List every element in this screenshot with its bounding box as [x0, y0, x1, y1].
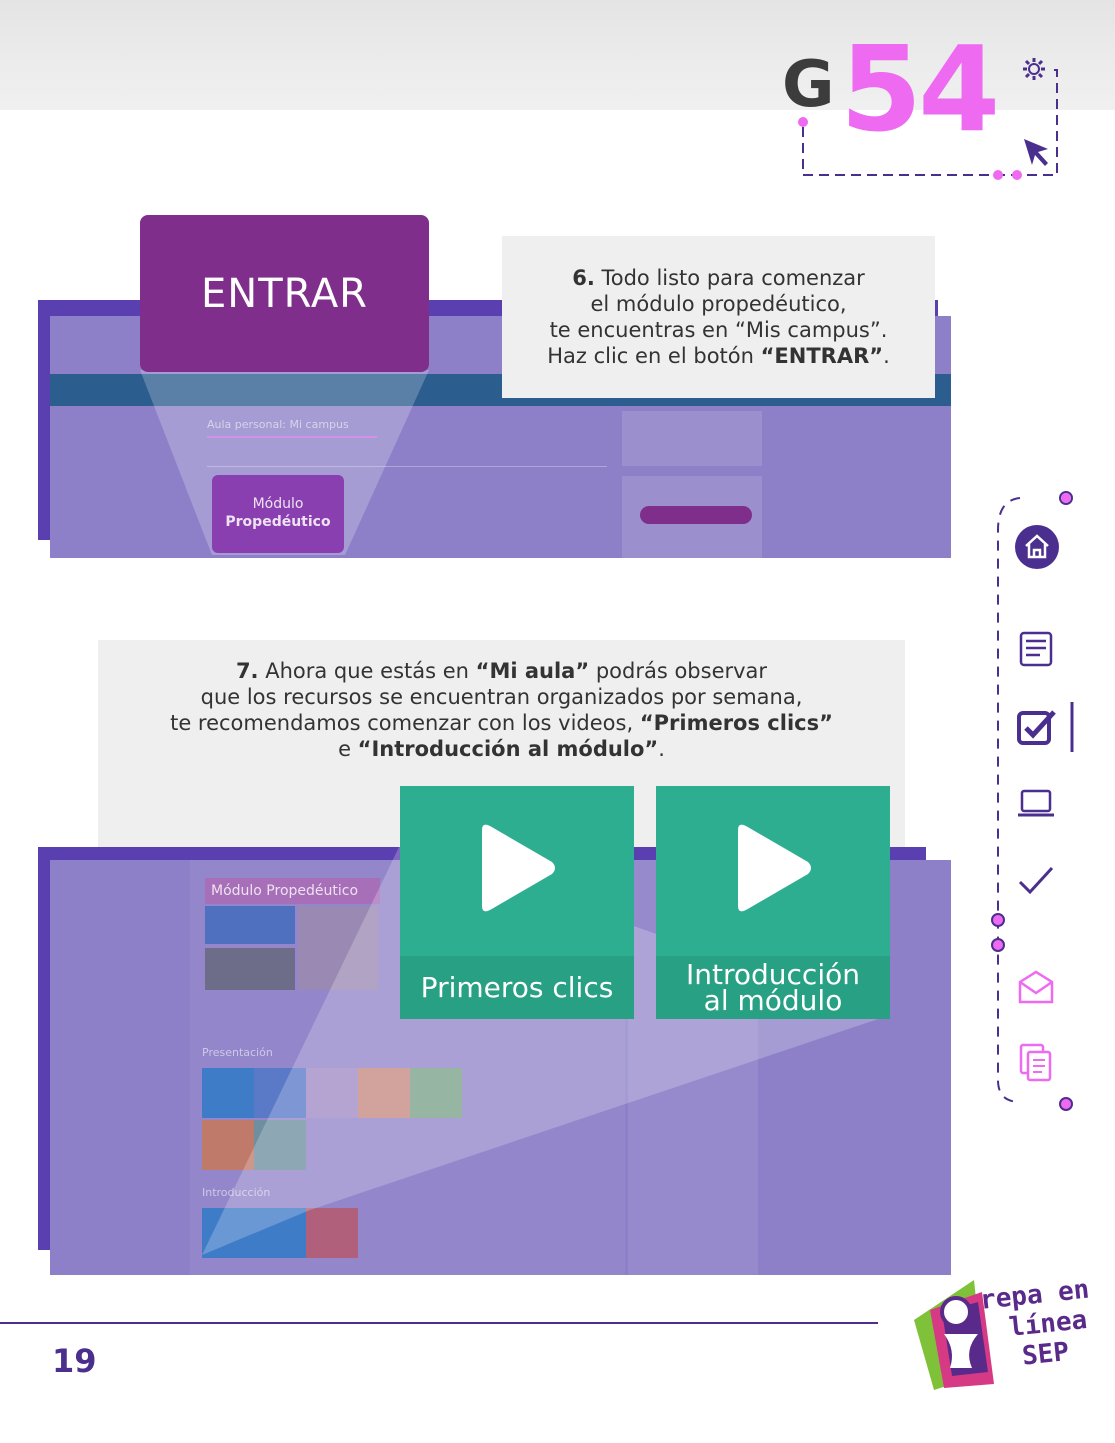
step7-primeros: “Primeros clics” [639, 711, 833, 735]
video-tile-introduccion[interactable]: Introducción al módulo [656, 786, 890, 1019]
video-label-line2: al módulo [703, 984, 843, 1017]
step7-l4-post: . [658, 737, 665, 761]
page-number: 19 [52, 1342, 97, 1380]
play-icon [738, 824, 811, 912]
step7-number: 7. [235, 659, 259, 683]
video-label: Introducción al módulo [656, 956, 890, 1019]
step6-number: 6. [572, 266, 595, 290]
step7-l4-pre: e [338, 737, 358, 761]
step6-instructions: 6. Todo listo para comenzar el módulo pr… [502, 236, 935, 398]
step7-line2: que los recursos se encuentran organizad… [200, 685, 803, 709]
gear-icon [1023, 58, 1045, 80]
step6-line1: Todo listo para comenzar [601, 266, 865, 290]
step7-mi-aula: “Mi aula” [475, 659, 590, 683]
video-tile-primeros-clics[interactable]: Primeros clics [400, 786, 634, 1019]
step6-entrar-word: “ENTRAR” [760, 344, 884, 368]
side-block [622, 411, 762, 466]
footer-rule [0, 1322, 878, 1324]
step6-line4-pre: Haz clic en el botón [547, 344, 761, 368]
step7-introduccion: “Introducción al módulo” [357, 737, 659, 761]
side-pill [640, 506, 752, 524]
play-icon [482, 824, 555, 912]
laptop-icon[interactable] [1016, 788, 1056, 820]
logo-text: repa en línea SEP [979, 1274, 1098, 1375]
step7-l3-pre: te recomendamos comenzar con los videos, [170, 711, 640, 735]
video-label: Primeros clics [400, 956, 634, 1019]
step6-line2: el módulo propedéutico, [590, 292, 847, 316]
entrar-button[interactable]: ENTRAR [140, 215, 429, 372]
propedeutico-card[interactable]: Módulo Propedéutico [212, 475, 344, 553]
step7-l1-pre: Ahora que estás en [258, 659, 476, 683]
card-line-1: Módulo [252, 496, 304, 512]
step6-line3: te encuentras en “Mis campus”. [549, 318, 888, 342]
checklist-icon[interactable] [1018, 630, 1054, 668]
checkmark-icon[interactable] [1016, 864, 1056, 898]
step7-l1-post: podrás observar [589, 659, 768, 683]
documents-icon[interactable] [1018, 1042, 1054, 1084]
home-icon[interactable] [1014, 524, 1060, 570]
card-line-2: Propedéutico [225, 514, 331, 530]
mail-icon[interactable] [1016, 968, 1056, 1006]
cursor-arrow-icon [1024, 139, 1048, 166]
task-check-icon[interactable] [1016, 708, 1058, 746]
step6-line4-post: . [883, 344, 890, 368]
